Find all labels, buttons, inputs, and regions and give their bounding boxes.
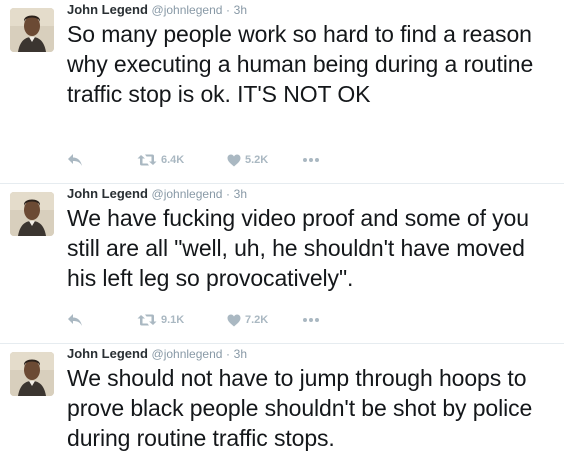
retweet-button[interactable]: 9.1K xyxy=(137,310,184,330)
author-handle[interactable]: @johnlegend xyxy=(152,347,223,361)
reply-button[interactable] xyxy=(67,310,83,330)
author-handle[interactable]: @johnlegend xyxy=(152,187,223,201)
tweet-header: John Legend @johnlegend · 3h xyxy=(67,2,247,18)
tweet: John Legend @johnlegend · 3h We should n… xyxy=(0,344,564,470)
author-name[interactable]: John Legend xyxy=(67,186,148,201)
like-button[interactable]: 7.2K xyxy=(227,310,268,330)
more-button[interactable] xyxy=(302,150,320,170)
avatar[interactable] xyxy=(10,352,54,396)
retweet-icon xyxy=(137,314,157,326)
reply-icon xyxy=(68,314,82,326)
avatar-image xyxy=(10,192,54,236)
more-icon xyxy=(303,318,319,322)
retweet-button[interactable]: 6.4K xyxy=(137,150,184,170)
author-handle[interactable]: @johnlegend xyxy=(152,3,223,17)
timestamp[interactable]: 3h xyxy=(234,347,247,361)
tweet-actions: 9.1K 7.2K xyxy=(67,310,367,330)
tweet-text: We have fucking video proof and some of … xyxy=(67,205,529,291)
tweet-header: John Legend @johnlegend · 3h xyxy=(67,186,247,202)
retweet-count: 6.4K xyxy=(161,154,185,166)
retweet-count: 9.1K xyxy=(161,314,185,326)
heart-icon xyxy=(227,154,241,166)
like-button[interactable]: 5.2K xyxy=(227,150,268,170)
tweet-feed: John Legend @johnlegend · 3h So many peo… xyxy=(0,0,564,470)
like-count: 7.2K xyxy=(245,314,269,326)
avatar[interactable] xyxy=(10,8,54,52)
avatar-image xyxy=(10,352,54,396)
separator: · xyxy=(226,347,231,361)
separator: · xyxy=(226,3,231,17)
reply-button[interactable] xyxy=(67,150,83,170)
tweet: John Legend @johnlegend · 3h So many peo… xyxy=(0,0,564,184)
retweet-icon xyxy=(137,154,157,166)
avatar-image xyxy=(10,8,54,52)
like-count: 5.2K xyxy=(245,154,269,166)
tweet: John Legend @johnlegend · 3h We have fuc… xyxy=(0,184,564,344)
tweet-actions: 6.4K 5.2K xyxy=(67,150,367,170)
more-button[interactable] xyxy=(302,310,320,330)
tweet-text: So many people work so hard to find a re… xyxy=(67,21,534,107)
tweet-header: John Legend @johnlegend · 3h xyxy=(67,346,247,362)
author-name[interactable]: John Legend xyxy=(67,346,148,361)
separator: · xyxy=(226,187,231,201)
more-icon xyxy=(303,158,319,162)
heart-icon xyxy=(227,314,241,326)
author-name[interactable]: John Legend xyxy=(67,2,148,17)
timestamp[interactable]: 3h xyxy=(234,3,247,17)
timestamp[interactable]: 3h xyxy=(234,187,247,201)
avatar[interactable] xyxy=(10,192,54,236)
reply-icon xyxy=(68,154,82,166)
tweet-text: We should not have to jump through hoops… xyxy=(67,365,533,451)
